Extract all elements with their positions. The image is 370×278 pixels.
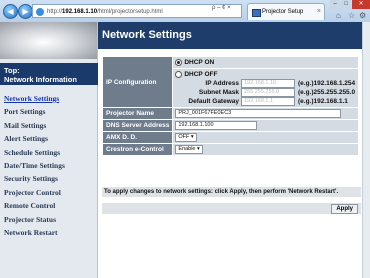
vertical-scrollbar[interactable] <box>362 22 370 278</box>
network-settings-form: IP Configuration DHCP ON DHCP OFF IP Add… <box>101 56 359 156</box>
crestron-select[interactable]: Enable ▾ <box>175 145 203 154</box>
header-image <box>0 22 97 59</box>
dns-server-label: DNS Server Address <box>101 119 174 132</box>
amx-select[interactable]: OFF ▾ <box>175 133 197 142</box>
sidebar: Top: Network Information Network Setting… <box>0 22 105 278</box>
address-bar[interactable]: http://192.168.1.10/html/projectorsetup.… <box>32 4 242 18</box>
default-gateway-input[interactable]: 192.168.1.1 <box>241 97 295 106</box>
amx-value: OFF <box>178 134 190 140</box>
ip-address-input[interactable]: 192.168.1.10 <box>241 79 295 88</box>
apply-button[interactable]: Apply <box>331 204 358 214</box>
url-host: 192.168.1.10 <box>62 9 98 15</box>
favorites-icon[interactable]: ☆ <box>348 11 355 20</box>
subnet-mask-row: Subnet Mask 255.255.255.0 (e.g.)255.255.… <box>175 88 356 97</box>
browser-tab[interactable]: Projector Setup × <box>247 3 325 20</box>
amx-label: AMX D. D. <box>101 131 174 144</box>
tools-gear-icon[interactable]: ⚙ <box>359 11 366 20</box>
dhcp-off-group: DHCP OFF IP Address 192.168.1.10 (e.g.)1… <box>172 68 359 108</box>
sidebar-item-network-restart[interactable]: Network Restart <box>0 226 97 239</box>
ip-address-label: IP Address <box>205 80 239 87</box>
sidebar-item-alert-settings[interactable]: Alert Settings <box>0 132 97 145</box>
main-content: Network Settings IP Configuration DHCP O… <box>98 22 370 278</box>
sidebar-item-mail-settings[interactable]: Mail Settings <box>0 119 97 132</box>
sidebar-item-projector-status[interactable]: Projector Status <box>0 213 97 226</box>
subnet-mask-example: (e.g.)255.255.255.0 <box>298 89 356 96</box>
close-window-icon[interactable]: ✕ <box>352 0 370 9</box>
home-icon[interactable]: ⌂ <box>336 11 341 20</box>
browser-window: ◀ ▶ http://192.168.1.10/html/projectorse… <box>0 0 370 278</box>
maximize-icon[interactable]: □ <box>341 0 351 9</box>
ip-configuration-label: IP Configuration <box>101 56 174 108</box>
crestron-value: Enable <box>178 146 196 152</box>
sidebar-item-date-time-settings[interactable]: Date/Time Settings <box>0 159 97 172</box>
url-path: /html/projectorsetup.html <box>97 9 163 15</box>
address-tools[interactable]: ρ – ¢ × <box>212 5 231 11</box>
back-icon[interactable]: ◀ <box>3 4 18 19</box>
dhcp-off-radio[interactable] <box>175 70 183 78</box>
dhcp-on-option[interactable]: DHCP ON <box>172 56 359 69</box>
projector-name-label: Projector Name <box>101 107 174 120</box>
projector-icon <box>252 9 261 17</box>
url-prefix: http:// <box>47 9 63 15</box>
sidebar-item-projector-control[interactable]: Projector Control <box>0 186 97 199</box>
projector-name-input[interactable]: PRJ_001F67FE0EC3 <box>175 109 342 118</box>
page-title: Network Settings <box>98 22 370 49</box>
top-title: Network Information <box>4 75 77 84</box>
dhcp-off-label: DHCP OFF <box>184 71 218 78</box>
chevron-down-icon: ▾ <box>197 146 200 152</box>
sidebar-item-port-settings[interactable]: Port Settings <box>0 105 97 118</box>
apply-row: Apply <box>102 203 361 214</box>
dns-server-input[interactable]: 192.168.1.100 <box>175 121 258 130</box>
crestron-label: Crestron e-Control <box>101 143 174 156</box>
sidebar-item-network-settings[interactable]: Network Settings <box>0 92 97 105</box>
chevron-down-icon: ▾ <box>190 134 194 140</box>
dhcp-on-label: DHCP ON <box>184 59 215 67</box>
ip-address-example: (e.g.)192.168.1.254 <box>298 80 356 87</box>
forward-icon[interactable]: ▶ <box>18 4 33 19</box>
tab-close-icon[interactable]: × <box>317 4 321 20</box>
browser-toolbar: ◀ ▶ http://192.168.1.10/html/projectorse… <box>0 0 370 22</box>
default-gateway-example: (e.g.)192.168.1.1 <box>298 98 348 105</box>
dhcp-off-option[interactable]: DHCP OFF <box>175 70 356 79</box>
subnet-mask-input[interactable]: 255.255.255.0 <box>241 88 295 97</box>
tab-title: Projector Setup <box>262 9 304 15</box>
sidebar-top-link[interactable]: Top: Network Information <box>0 63 105 85</box>
sidebar-item-schedule-settings[interactable]: Schedule Settings <box>0 146 97 159</box>
default-gateway-row: Default Gateway 192.168.1.1 (e.g.)192.16… <box>175 97 356 106</box>
sidebar-item-remote-control[interactable]: Remote Control <box>0 199 97 212</box>
dhcp-on-radio[interactable] <box>175 58 183 66</box>
top-label: Top: <box>4 66 20 75</box>
sidebar-menu: Network Settings Port Settings Mail Sett… <box>0 92 97 239</box>
minimize-icon[interactable]: – <box>330 0 340 9</box>
default-gateway-label: Default Gateway <box>188 98 239 105</box>
apply-note: To apply changes to network settings: cl… <box>102 187 361 197</box>
globe-icon <box>36 8 44 16</box>
ip-address-row: IP Address 192.168.1.10 (e.g.)192.168.1.… <box>175 79 356 88</box>
subnet-mask-label: Subnet Mask <box>198 89 239 96</box>
sidebar-item-security-settings[interactable]: Security Settings <box>0 172 97 185</box>
